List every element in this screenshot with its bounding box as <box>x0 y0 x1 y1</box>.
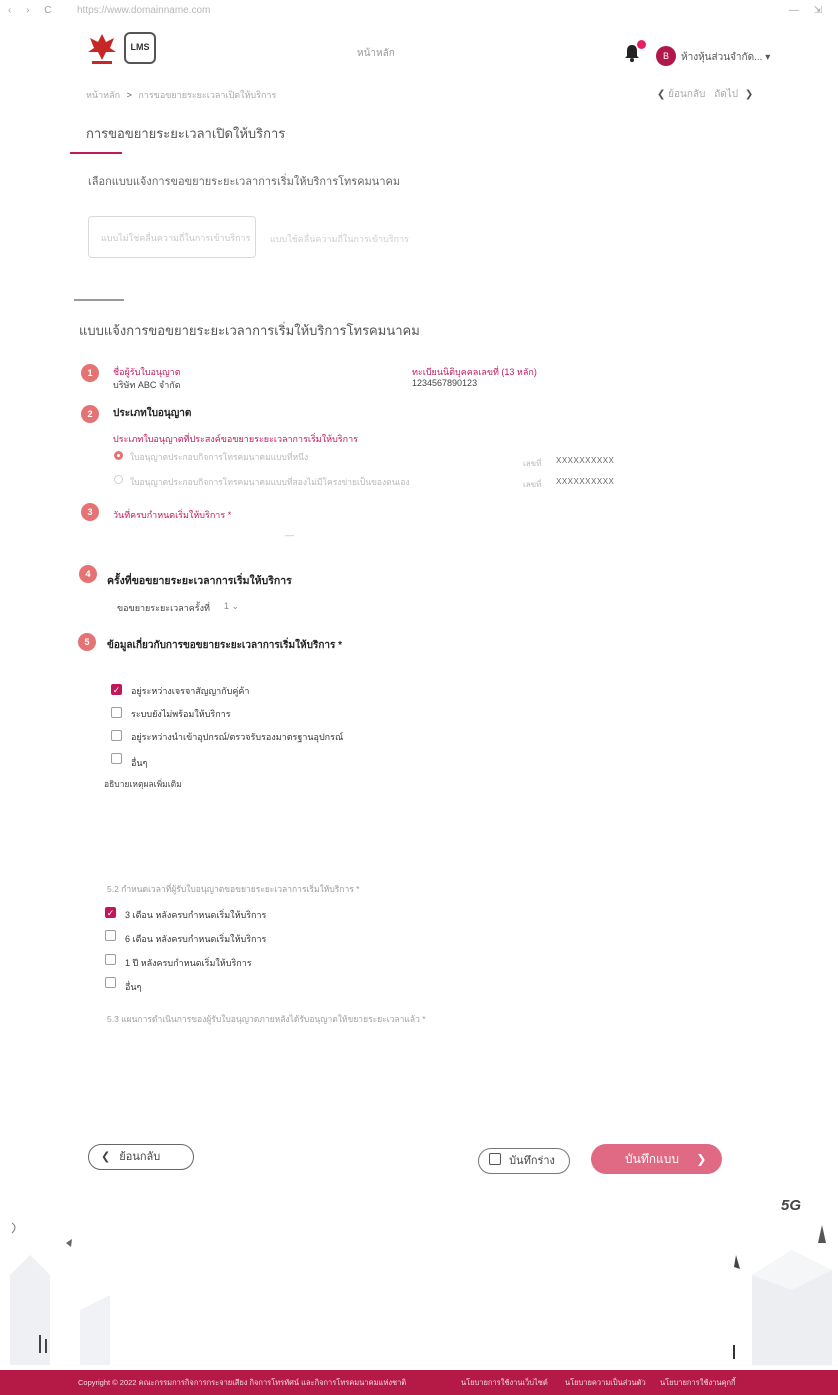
avatar[interactable]: B <box>656 46 676 66</box>
form-option-nonspectrum[interactable]: แบบไม่ใช่คลื่นความถี่ในการเข้าบริการ <box>88 216 256 258</box>
plan-textarea[interactable] <box>107 1028 727 1108</box>
license-option-1-label: ใบอนุญาตประกอบกิจการโทรคมนาคมแบบที่หนึ่ง <box>130 452 309 462</box>
chevron-left-icon[interactable]: ❮ <box>657 89 665 100</box>
lms-logo: LMS <box>124 32 156 64</box>
footer-link-website-policy[interactable]: นโยบายการใช้งานเว็บไซต์ <box>461 1370 548 1395</box>
breadcrumb-home[interactable]: หน้าหลัก <box>86 90 120 100</box>
back-button[interactable]: ❮ ย้อนกลับ <box>88 1144 194 1170</box>
start-date-label: วันที่ครบกำหนดเริ่มให้บริการ * <box>113 510 232 520</box>
step-badge-5: 5 <box>78 633 96 651</box>
footer-link-cookie[interactable]: นโยบายการใช้งานคุกกี้ <box>660 1370 736 1395</box>
pager-back[interactable]: ย้อนกลับ <box>668 89 705 100</box>
licensee-value: บริษัท ABC จำกัด <box>113 380 181 390</box>
reason-label-3: อยู่ระหว่างนำเข้าอุปกรณ์/ตรวจรับรองมาตรฐ… <box>131 732 344 742</box>
reason-checkbox-3[interactable] <box>111 730 122 741</box>
select-prompt: เลือกแบบแจ้งการขอขยายระยะเวลาการเริ่มให้… <box>88 176 401 188</box>
browser-nav-buttons[interactable]: ‹ › C <box>8 5 57 16</box>
reason-checkbox-2[interactable] <box>111 707 122 718</box>
user-menu[interactable]: ห้างหุ้นส่วนจำกัด... ▾ <box>681 50 770 65</box>
license-option-2-label: ใบอนุญาตประกอบกิจการโทรคมนาคมแบบที่สองไม… <box>130 477 410 487</box>
license-option-2-number: XXXXXXXXXX <box>556 477 615 486</box>
submit-form-button[interactable]: บันทึกแบบ ❯ <box>591 1144 722 1174</box>
taxid-label: ทะเบียนนิติบุคคลเลขที่ (13 หลัก) <box>412 367 537 377</box>
duration-checkbox-2[interactable] <box>105 930 116 941</box>
chevron-down-icon: ▾ <box>765 52 771 63</box>
pager: ❮ ย้อนกลับ ถัดไป ❯ <box>657 87 753 102</box>
step-badge-1: 1 <box>81 364 99 382</box>
start-date-value[interactable]: — <box>285 530 294 540</box>
license-option-2-no-label: เลขที่ <box>523 480 542 489</box>
chevron-right-icon[interactable]: ❯ <box>745 89 753 100</box>
step-badge-3: 3 <box>81 503 99 521</box>
license-type-title: ประเภทใบอนุญาต <box>113 408 192 419</box>
badge-5g: 5G <box>781 1197 802 1214</box>
license-radio-1[interactable] <box>114 451 123 460</box>
license-radio-2[interactable] <box>114 475 123 484</box>
reason-label-4: อื่นๆ <box>131 758 148 768</box>
step-badge-2: 2 <box>81 405 99 423</box>
city-illustration-right <box>733 1225 832 1365</box>
reason-label-1: อยู่ระหว่างเจรจาสัญญากับคู่ค้า <box>131 686 250 696</box>
title-underline <box>70 152 122 154</box>
duration-checkbox-4[interactable] <box>105 977 116 988</box>
duration-label-3: 1 ปี หลังครบกำหนดเริ่มให้บริการ <box>125 958 252 968</box>
plan-question: 5.3 แผนการดำเนินการของผู้รับใบอนุญาตภายห… <box>107 1014 426 1024</box>
chevron-right-icon: ❯ <box>696 1152 707 1166</box>
explain-textarea[interactable] <box>104 792 724 870</box>
section-divider <box>74 299 124 301</box>
garuda-logo <box>88 34 116 64</box>
city-illustration-left <box>10 1222 110 1365</box>
reason-checkbox-1[interactable]: ✓ <box>111 684 122 695</box>
breadcrumb-current: การขอขยายระยะเวลาเปิดให้บริการ <box>138 90 277 100</box>
extension-info-title: ข้อมูลเกี่ยวกับการขอขยายระยะเวลาการเริ่ม… <box>107 640 343 651</box>
submit-form-label: บันทึกแบบ <box>625 1152 679 1166</box>
reason-checkbox-4[interactable] <box>111 753 122 764</box>
browser-bar: ‹ › C https://www.domainname.com — ⇲ <box>0 0 838 22</box>
breadcrumb-separator: > <box>126 90 132 100</box>
licensee-label: ชื่อผู้รับใบอนุญาต <box>113 367 181 377</box>
explain-label: อธิบายเหตุผลเพิ่มเติม <box>104 779 182 789</box>
nav-home-link[interactable]: หน้าหลัก <box>357 46 395 61</box>
chevron-left-icon: ❮ <box>101 1151 111 1163</box>
license-type-subtitle: ประเภทใบอนุญาตที่ประสงค์ขอขยายระยะเวลากา… <box>113 434 358 444</box>
step-badge-4: 4 <box>79 565 97 583</box>
back-button-label: ย้อนกลับ <box>119 1151 161 1163</box>
extension-count-label: ขอขยายระยะเวลาครั้งที่ <box>117 603 210 613</box>
duration-label-1: 3 เดือน หลังครบกำหนดเริ่มให้บริการ <box>125 910 267 920</box>
save-draft-label: บันทึกร่าง <box>509 1155 555 1167</box>
footer-copyright: Copyright © 2022 คณะกรรมการกิจการกระจายเ… <box>78 1378 407 1387</box>
license-option-1-no-label: เลขที่ <box>523 459 542 468</box>
footer: Copyright © 2022 คณะกรรมการกิจการกระจายเ… <box>0 1370 838 1395</box>
reason-label-2: ระบบยังไม่พร้อมให้บริการ <box>131 709 231 719</box>
duration-checkbox-1[interactable]: ✓ <box>105 907 116 918</box>
form-title: แบบแจ้งการขอขยายระยะเวลาการเริ่มให้บริกา… <box>79 323 420 338</box>
extension-count-value: 1 <box>224 601 230 611</box>
duration-question: 5.2 กำหนดเวลาที่ผู้รับใบอนุญาตขอขยายระยะ… <box>107 884 360 894</box>
save-draft-button[interactable]: บันทึกร่าง <box>478 1148 570 1174</box>
page-title: การขอขยายระยะเวลาเปิดให้บริการ <box>86 126 286 141</box>
duration-checkbox-3[interactable] <box>105 954 116 965</box>
breadcrumb: หน้าหลัก > การขอขยายระยะเวลาเปิดให้บริกา… <box>86 88 276 102</box>
extension-count-title: ครั้งที่ขอขยายระยะเวลาการเริ่มให้บริการ <box>107 575 292 587</box>
window-controls[interactable]: — ⇲ <box>789 5 828 16</box>
duration-label-4: อื่นๆ <box>125 982 142 992</box>
form-option-spectrum[interactable]: แบบใช้คลื่นความถี่ในการเข้าบริการ <box>270 232 409 246</box>
username-label: ห้างหุ้นส่วนจำกัด... <box>681 52 763 63</box>
extension-count-select[interactable]: 1 ⌄ <box>224 601 239 612</box>
chevron-down-icon: ⌄ <box>231 601 240 611</box>
pager-next[interactable]: ถัดไป <box>714 89 738 100</box>
notification-dot <box>637 40 646 49</box>
address-bar[interactable]: https://www.domainname.com <box>77 5 210 16</box>
footer-link-privacy[interactable]: นโยบายความเป็นส่วนตัว <box>565 1370 646 1395</box>
taxid-value: 1234567890123 <box>412 378 478 388</box>
duration-label-2: 6 เดือน หลังครบกำหนดเริ่มให้บริการ <box>125 934 267 944</box>
save-icon <box>489 1153 501 1165</box>
license-option-1-number: XXXXXXXXXX <box>556 456 615 465</box>
